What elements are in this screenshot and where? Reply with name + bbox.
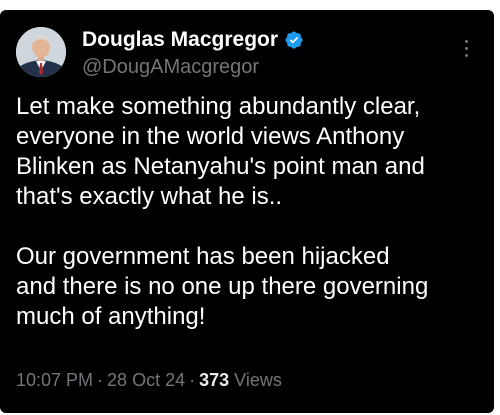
tweet-date[interactable]: 28 Oct 24 [107,370,185,390]
tweet-text: Let make something abundantly clear, eve… [16,93,429,330]
avatar[interactable] [16,27,66,77]
author-handle[interactable]: @DougAMacgregor [82,55,259,79]
views-label: Views [234,370,282,390]
meta-separator: · [189,370,196,390]
tweet-card: Douglas Macgregor @DougAMacgregor Let ma… [0,10,494,413]
author-display-name[interactable]: Douglas Macgregor [82,27,278,53]
more-vertical-icon [464,39,468,43]
more-options-button[interactable] [456,34,476,62]
verified-badge-icon [284,30,304,50]
author-name-row: Douglas Macgregor [82,27,304,53]
tweet-meta: 10:07 PM · 28 Oct 24 · 373 Views [16,368,282,392]
tweet-time[interactable]: 10:07 PM [16,370,93,390]
meta-separator: · [97,370,104,390]
views-count[interactable]: 373 [199,370,229,390]
top-strip [0,0,500,10]
